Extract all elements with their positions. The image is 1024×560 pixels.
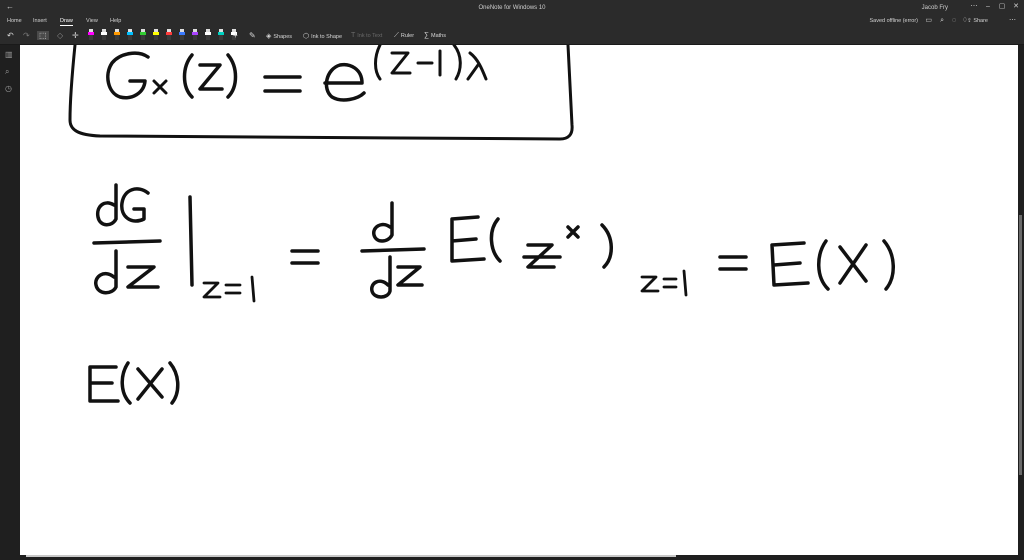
- ink-dz: [94, 249, 160, 295]
- pen-1[interactable]: [88, 29, 94, 41]
- tab-help[interactable]: Help: [110, 18, 121, 24]
- share-button[interactable]: ⇪ Share: [967, 18, 988, 24]
- pen-10[interactable]: [205, 29, 211, 41]
- user-name[interactable]: Jacob Fry: [922, 5, 948, 11]
- ink-X: [838, 243, 868, 285]
- window-title: OneNote for Windows 10: [478, 5, 546, 11]
- ink-paren-close: [226, 53, 238, 99]
- close-icon[interactable]: ✕: [1010, 3, 1022, 11]
- ink-d-over-dz: [360, 201, 426, 299]
- maths-icon: ∑: [424, 32, 429, 39]
- pen-9[interactable]: [192, 29, 198, 41]
- ink-to-text-icon: T: [351, 32, 356, 39]
- pen-6[interactable]: [153, 29, 159, 41]
- ink-to-shape-label: Ink to Shape: [311, 34, 343, 40]
- maths-label: Maths: [431, 33, 446, 39]
- ink-paren-open-4: [120, 361, 132, 405]
- more-icon[interactable]: ⋯: [1009, 17, 1016, 25]
- ink-E-1: [450, 215, 486, 263]
- pen-3[interactable]: [114, 29, 120, 41]
- ink-e: [323, 62, 366, 102]
- ink-exponent: [374, 43, 488, 81]
- redo-icon[interactable]: ↷: [23, 31, 30, 40]
- ink-E-2: [770, 241, 810, 287]
- ink-eval-bar: [188, 195, 194, 287]
- ink-to-text-button[interactable]: T Ink to Text: [351, 32, 382, 39]
- page-canvas[interactable]: [20, 43, 1018, 555]
- ink-to-text-label: Ink to Text: [357, 33, 383, 39]
- search-icon[interactable]: ⌕: [940, 17, 944, 25]
- title-bar: ← OneNote for Windows 10 Jacob Fry ⋯ – ▢…: [0, 0, 1024, 16]
- ink-E-3: [88, 365, 120, 403]
- ink-G: [106, 51, 150, 100]
- ink-box: [68, 43, 574, 141]
- ink-z: [198, 63, 224, 91]
- share-label: Share: [973, 18, 988, 24]
- ink-to-shape-icon: ⬡: [303, 33, 310, 40]
- lasso-select-icon[interactable]: ⬚: [37, 31, 49, 40]
- tab-draw[interactable]: Draw: [60, 18, 73, 26]
- ink-fraction-bar: [92, 239, 162, 245]
- horizontal-scrollbar[interactable]: [26, 555, 676, 557]
- shapes-icon: ◈: [266, 33, 272, 40]
- navigation-sidebar: ▥ ⌕ ◷: [0, 45, 20, 558]
- ink-z-pow-x: [522, 225, 580, 269]
- ruler-label: Ruler: [400, 33, 415, 39]
- ink-equals-3: [718, 255, 748, 271]
- lightbulb-icon[interactable]: ◌: [952, 17, 956, 25]
- draw-toolbar: ↶ ↷ ⬚ ◇ ✛ + ✎ ◈ Shapes ⬡ Ink to Shape T Ink…: [0, 27, 1024, 45]
- ink-paren-close-4: [168, 361, 180, 405]
- maths-button[interactable]: ∑ Maths: [424, 32, 446, 39]
- pen-11[interactable]: [218, 29, 224, 41]
- add-space-icon[interactable]: ✛: [72, 31, 79, 40]
- add-pen-icon[interactable]: +: [233, 31, 238, 40]
- notifications-icon[interactable]: ▭: [925, 17, 932, 25]
- ink-paren-open-2: [489, 217, 502, 263]
- ink-sub-z-eq-1-left: [202, 275, 256, 303]
- ink-paren-close-3: [882, 239, 895, 291]
- undo-icon[interactable]: ↶: [7, 31, 14, 40]
- maximize-icon[interactable]: ▢: [996, 3, 1008, 11]
- ruler-icon: ⟋: [394, 32, 399, 39]
- tab-insert[interactable]: Insert: [33, 18, 47, 24]
- tab-home[interactable]: Home: [7, 18, 22, 24]
- ruler-button[interactable]: ⟋ Ruler: [394, 32, 414, 40]
- handwritten-ink: [68, 43, 895, 405]
- ink-dG: [95, 183, 150, 227]
- ink-paren-open: [182, 53, 194, 99]
- eraser-icon[interactable]: ◇: [57, 31, 63, 40]
- ink-sub-z-eq-1-right: [640, 269, 688, 297]
- search-icon[interactable]: ⌕: [5, 67, 9, 76]
- pen-8[interactable]: [179, 29, 185, 41]
- ink-paren-close-2: [600, 223, 613, 269]
- ink-equals: [263, 75, 302, 93]
- ink-paren-open-3: [817, 239, 830, 291]
- recent-icon[interactable]: ◷: [5, 84, 12, 93]
- notebooks-icon[interactable]: ▥: [5, 50, 13, 59]
- ink-X-2: [136, 367, 164, 401]
- ink-subscript-x: [152, 79, 168, 95]
- pen-5[interactable]: [140, 29, 146, 41]
- pen-4[interactable]: [127, 29, 133, 41]
- pen-7[interactable]: [166, 29, 172, 41]
- ink-to-shape-button[interactable]: ⬡ Ink to Shape: [303, 32, 342, 40]
- ink-to-text-pen-icon[interactable]: ✎: [249, 31, 256, 40]
- sync-status[interactable]: Saved offline (error): [869, 18, 918, 24]
- vertical-scrollbar[interactable]: [1019, 215, 1022, 475]
- minimize-icon[interactable]: –: [982, 3, 994, 11]
- more-options-icon[interactable]: ⋯: [968, 3, 980, 11]
- ink-equals-2: [290, 249, 320, 265]
- shapes-button[interactable]: ◈ Shapes: [266, 32, 292, 40]
- pen-2[interactable]: [101, 29, 107, 41]
- shapes-label: Shapes: [273, 34, 293, 40]
- ribbon-tabs: Home Insert Draw View Help Saved offline…: [0, 16, 1024, 27]
- tab-view[interactable]: View: [86, 18, 98, 24]
